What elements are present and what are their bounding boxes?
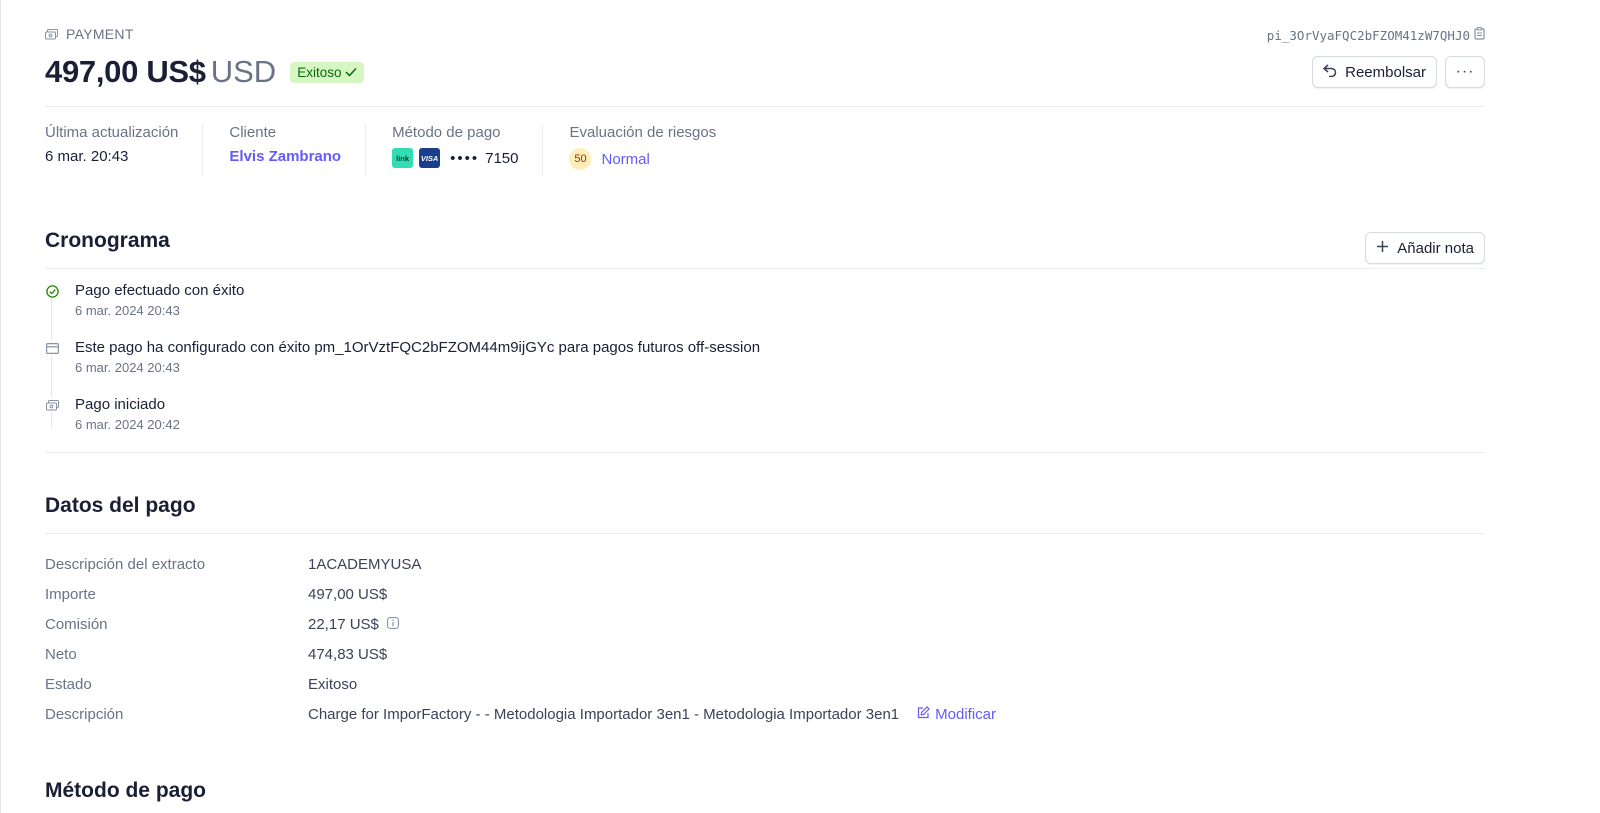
payment-icon bbox=[45, 398, 59, 412]
payment-method-section-title: Método de pago bbox=[45, 779, 206, 802]
details-row-value-wrap: Charge for ImporFactory - - Metodologia … bbox=[308, 706, 996, 723]
plus-icon bbox=[1376, 240, 1389, 257]
summary-updated: Última actualización 6 mar. 20:43 bbox=[45, 124, 204, 176]
payment-icon bbox=[45, 28, 58, 40]
description-value: Charge for ImporFactory - - Metodologia … bbox=[308, 705, 900, 723]
summary-risk: Evaluación de riesgos 50 Normal bbox=[569, 124, 740, 176]
timeline-divider bbox=[45, 268, 1485, 269]
status-badge-label: Exitoso bbox=[297, 64, 342, 80]
risk-level-link[interactable]: Normal bbox=[601, 151, 649, 168]
timeline-event-title: Este pago ha configurado con éxito pm_1O… bbox=[75, 339, 761, 356]
timeline-event-date: 6 mar. 2024 20:43 bbox=[75, 303, 180, 318]
timeline-event: Pago iniciado 6 mar. 2024 20:42 bbox=[45, 396, 1245, 440]
summary-payment-method: Método de pago link VISA •••• 7150 bbox=[392, 124, 544, 176]
edit-description-link[interactable]: Modificar bbox=[917, 706, 996, 723]
summary-customer-value-wrap: Elvis Zambrano bbox=[229, 148, 341, 165]
card-dots: •••• bbox=[450, 149, 480, 167]
status-badge: Exitoso bbox=[290, 61, 365, 83]
add-note-button[interactable]: Añadir nota bbox=[1365, 232, 1485, 264]
payment-summary: Última actualización 6 mar. 20:43 Client… bbox=[45, 124, 766, 176]
details-row-label: Descripción del extracto bbox=[45, 555, 206, 573]
fee-value: 22,17 US$ bbox=[308, 615, 379, 633]
summary-method-label: Método de pago bbox=[392, 124, 501, 141]
payment-amount: 497,00 US$ bbox=[45, 54, 206, 89]
details-row-value: 474,83 US$ bbox=[308, 645, 388, 663]
details-row-label: Neto bbox=[45, 645, 77, 663]
eyebrow-label: PAYMENT bbox=[66, 26, 134, 42]
summary-customer-label: Cliente bbox=[229, 124, 277, 141]
summary-updated-value: 6 mar. 20:43 bbox=[45, 148, 129, 165]
edit-description-label: Modificar bbox=[935, 705, 996, 723]
refund-button-label: Reembolsar bbox=[1345, 63, 1426, 81]
refund-button[interactable]: Reembolsar bbox=[1312, 56, 1437, 88]
timeline-event-title: Pago iniciado bbox=[75, 396, 166, 413]
payment-id[interactable]: pi_3OrVyaFQC2bFZOM41zW7QHJ0 bbox=[1267, 27, 1485, 43]
details-row-label: Comisión bbox=[45, 615, 108, 633]
more-actions-button[interactable]: ··· bbox=[1445, 56, 1485, 88]
header-actions: Reembolsar ··· bbox=[1312, 56, 1485, 88]
details-row-label: Descripción bbox=[45, 705, 124, 723]
details-title: Datos del pago bbox=[45, 494, 196, 517]
summary-method-value[interactable]: link VISA •••• 7150 bbox=[392, 148, 518, 168]
visa-logo-icon: VISA bbox=[419, 148, 441, 168]
undo-icon bbox=[1322, 63, 1337, 81]
header-divider bbox=[45, 106, 1485, 107]
summary-customer: Cliente Elvis Zambrano bbox=[229, 124, 367, 176]
timeline-event-date: 6 mar. 2024 20:43 bbox=[75, 360, 180, 375]
risk-score-badge: 50 bbox=[569, 148, 592, 170]
card-icon bbox=[45, 341, 59, 355]
payment-currency: USD bbox=[210, 54, 277, 89]
details-row-label: Importe bbox=[45, 585, 96, 603]
timeline-title: Cronograma bbox=[45, 229, 170, 252]
details-row-label: Estado bbox=[45, 675, 92, 693]
details-row-value: 497,00 US$ bbox=[308, 585, 388, 603]
link-logo-icon: link bbox=[392, 148, 414, 168]
customer-link[interactable]: Elvis Zambrano bbox=[229, 148, 341, 165]
page-eyebrow: PAYMENT bbox=[45, 26, 134, 42]
details-row-value: Exitoso bbox=[308, 675, 358, 693]
add-note-label: Añadir nota bbox=[1397, 239, 1474, 257]
edit-icon bbox=[917, 705, 930, 723]
summary-risk-label: Evaluación de riesgos bbox=[569, 124, 717, 141]
timeline-bottom-divider bbox=[45, 452, 1485, 453]
timeline-event-title: Pago efectuado con éxito bbox=[75, 282, 245, 299]
timeline-event: Pago efectuado con éxito 6 mar. 2024 20:… bbox=[45, 282, 1245, 326]
details-divider bbox=[45, 533, 1485, 534]
details-row-value-wrap: 22,17 US$ bbox=[308, 616, 399, 633]
summary-risk-value[interactable]: 50 Normal bbox=[569, 148, 716, 170]
timeline-event-date: 6 mar. 2024 20:42 bbox=[75, 417, 180, 432]
copy-icon[interactable] bbox=[1474, 27, 1485, 43]
check-icon bbox=[345, 65, 358, 80]
info-icon[interactable] bbox=[386, 616, 399, 633]
more-icon: ··· bbox=[1455, 63, 1475, 80]
panel-left-border bbox=[0, 0, 1, 813]
timeline-event: Este pago ha configurado con éxito pm_1O… bbox=[45, 339, 1245, 383]
amount-row: 497,00 US$ USD Exitoso bbox=[45, 54, 365, 90]
summary-updated-label: Última actualización bbox=[45, 124, 179, 141]
payment-id-text: pi_3OrVyaFQC2bFZOM41zW7QHJ0 bbox=[1266, 27, 1470, 43]
card-last4: 7150 bbox=[485, 149, 519, 167]
details-row-value: 1ACADEMYUSA bbox=[308, 555, 422, 573]
check-circle-icon bbox=[45, 284, 59, 298]
